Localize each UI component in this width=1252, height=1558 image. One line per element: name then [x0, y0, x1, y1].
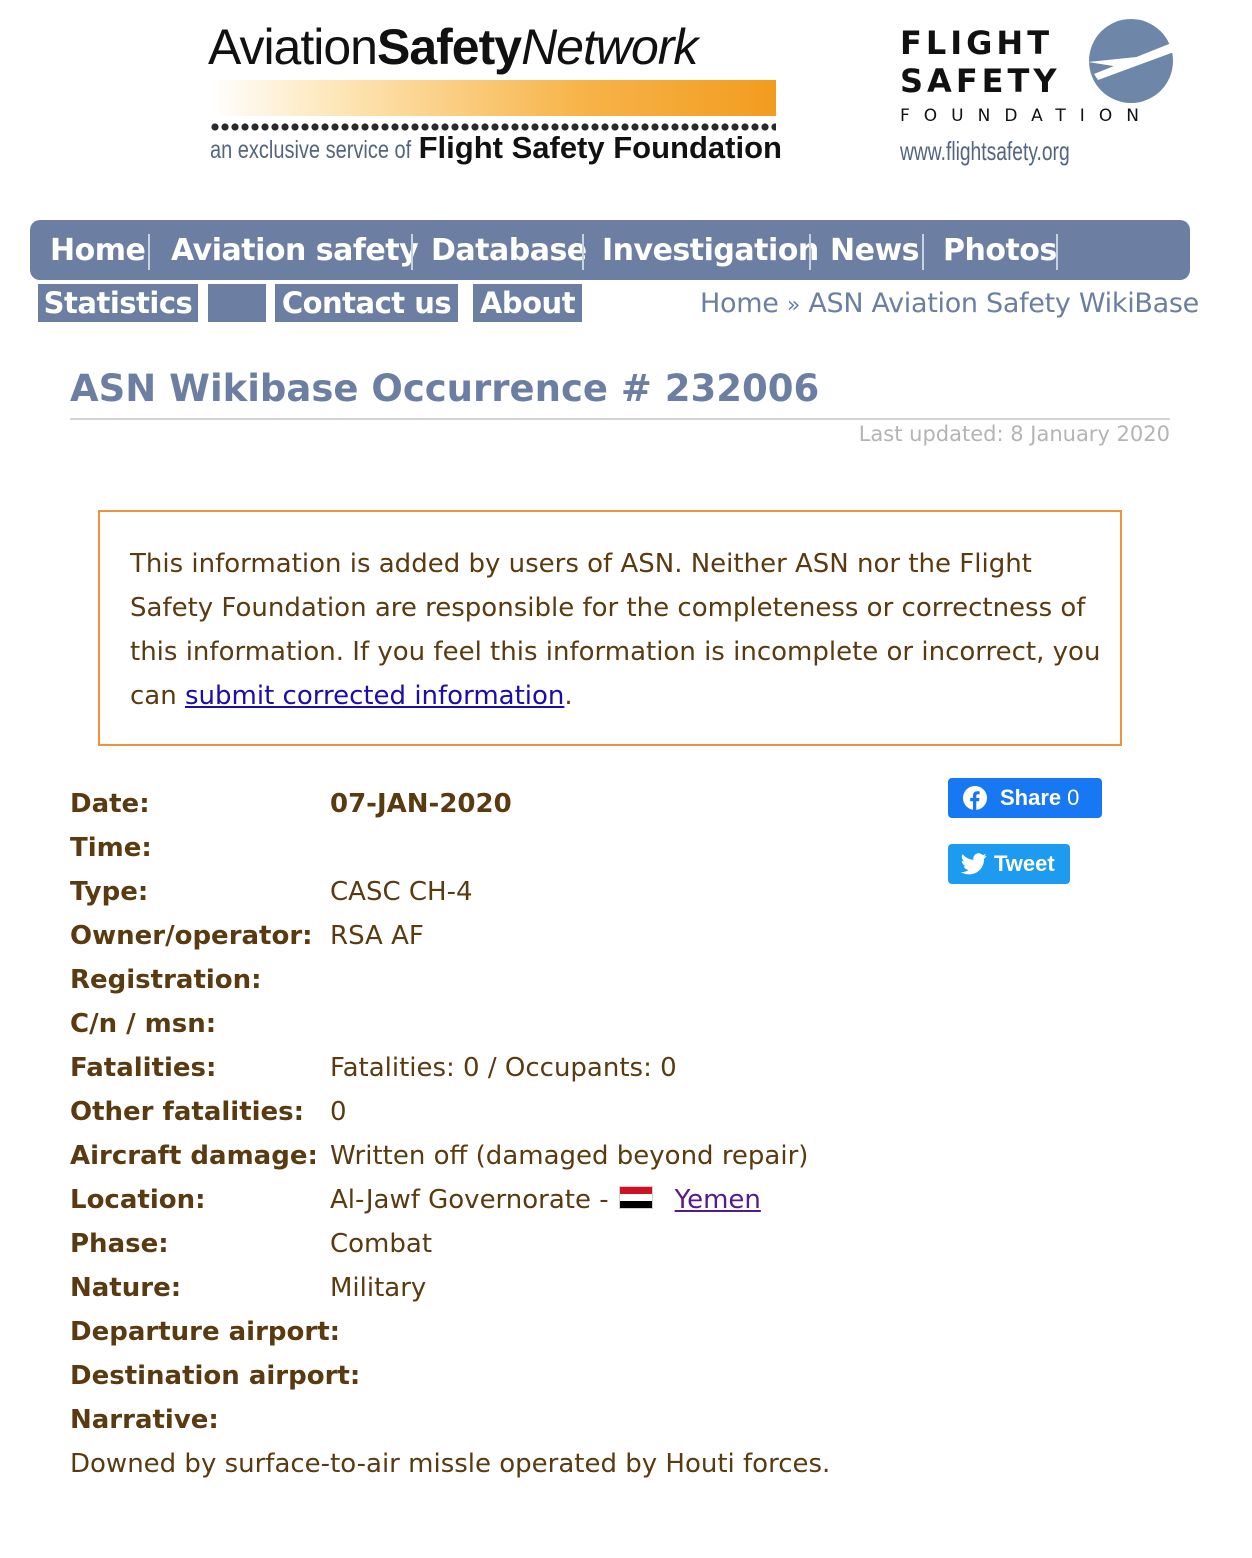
nav-separator — [411, 234, 413, 270]
nav-separator — [922, 234, 924, 270]
cn-msn-label: C/n / msn: — [70, 1009, 217, 1039]
yemen-flag-icon — [618, 1186, 653, 1209]
date-value: 07-JAN-2020 — [330, 789, 512, 819]
asn-logo-wordmark: AviationSafetyNetwork — [208, 18, 698, 76]
breadcrumb-home[interactable]: Home — [700, 288, 779, 319]
fsf-logo-line1: FLIGHT — [900, 24, 1054, 62]
share-label: Share — [1000, 785, 1062, 810]
nav-item-investigation[interactable]: Investigation — [602, 233, 819, 269]
share-label-wrap: Share 0 — [1000, 778, 1079, 818]
asn-tagline-big: Flight Safety Foundation — [418, 130, 782, 165]
fsf-globe-icon — [1088, 19, 1174, 103]
nav-separator — [1056, 234, 1058, 270]
location-label: Location: — [70, 1185, 206, 1215]
damage-label: Aircraft damage: — [70, 1141, 318, 1171]
nav-item-blank[interactable] — [208, 284, 266, 322]
nav-item-home[interactable]: Home — [50, 233, 146, 269]
fsf-logo[interactable]: FLIGHT SAFETY FOUNDATION www.flightsafet… — [898, 14, 1188, 174]
fsf-logo-line3: FOUNDATION — [900, 106, 1153, 126]
nav-item-photos[interactable]: Photos — [943, 233, 1057, 269]
location-value-row: Al-Jawf Governorate - Yemen — [330, 1183, 761, 1217]
asn-logo-part1: Aviation — [208, 19, 378, 75]
disclaimer-end: . — [564, 681, 573, 711]
nav-separator — [148, 234, 150, 270]
asn-logo[interactable]: AviationSafetyNetwork an exclusive servi… — [208, 18, 782, 168]
page-title: ASN Wikibase Occurrence # 232006 — [70, 367, 820, 410]
main-nav-bar: Home Aviation safety Database Investigat… — [30, 220, 1190, 280]
fsf-logo-line2: SAFETY — [900, 62, 1061, 100]
fatalities-value: Fatalities: 0 / Occupants: 0 — [330, 1053, 677, 1083]
breadcrumb-separator: » — [786, 293, 801, 318]
facebook-share-button[interactable]: Share 0 — [948, 778, 1102, 818]
disclaimer-box: This information is added by users of AS… — [98, 510, 1122, 746]
asn-logo-gradient-bar — [210, 80, 776, 116]
destination-label: Destination airport: — [70, 1361, 361, 1391]
nav-item-database[interactable]: Database — [431, 233, 587, 269]
nature-label: Nature: — [70, 1273, 182, 1303]
last-updated: Last updated: 8 January 2020 — [858, 422, 1170, 446]
owner-value: RSA AF — [330, 921, 424, 951]
phase-label: Phase: — [70, 1229, 169, 1259]
breadcrumb: Home » ASN Aviation Safety WikiBase — [700, 286, 1199, 324]
other-fatalities-value: 0 — [330, 1097, 347, 1127]
nav-item-about[interactable]: About — [473, 284, 582, 322]
nav-item-statistics[interactable]: Statistics — [38, 284, 198, 322]
country-link[interactable]: Yemen — [675, 1185, 761, 1215]
submit-correction-link[interactable]: submit corrected information — [185, 681, 564, 711]
owner-label: Owner/operator: — [70, 921, 313, 951]
location-value: Al-Jawf Governorate - — [330, 1185, 609, 1215]
registration-label: Registration: — [70, 965, 262, 995]
type-value: CASC CH-4 — [330, 877, 473, 907]
time-label: Time: — [70, 833, 152, 863]
fatalities-label: Fatalities: — [70, 1053, 217, 1083]
breadcrumb-current[interactable]: ASN Aviation Safety WikiBase — [808, 288, 1199, 319]
nav-item-news[interactable]: News — [830, 233, 920, 269]
facebook-icon — [963, 786, 987, 810]
asn-logo-tagline: an exclusive service of Flight Safety Fo… — [210, 128, 782, 173]
date-label: Date: — [70, 789, 150, 819]
nav-item-aviation-safety[interactable]: Aviation safety — [171, 233, 419, 269]
tweet-label: Tweet — [994, 851, 1055, 876]
fsf-logo-url: www.flightsafety.org — [900, 136, 1070, 166]
damage-value: Written off (damaged beyond repair) — [330, 1141, 809, 1171]
phase-value: Combat — [330, 1229, 433, 1259]
departure-label: Departure airport: — [70, 1317, 341, 1347]
twitter-icon — [961, 853, 987, 875]
nature-value: Military — [330, 1273, 427, 1303]
asn-logo-part3: Network — [521, 19, 698, 75]
other-fatalities-label: Other fatalities: — [70, 1097, 305, 1127]
type-label: Type: — [70, 877, 149, 907]
asn-tagline-small: an exclusive service of — [210, 136, 412, 164]
disclaimer-text: This information is added by users of AS… — [130, 542, 1110, 718]
share-count: 0 — [1067, 785, 1080, 810]
nav-item-contact-us[interactable]: Contact us — [275, 284, 458, 322]
nav-separator — [582, 234, 584, 270]
narrative-text: Downed by surface-to-air missle operated… — [70, 1449, 831, 1479]
nav-separator — [809, 234, 811, 270]
asn-logo-part2: Safety — [376, 19, 522, 75]
narrative-label: Narrative: — [70, 1405, 219, 1435]
tweet-button[interactable]: Tweet — [948, 844, 1070, 884]
